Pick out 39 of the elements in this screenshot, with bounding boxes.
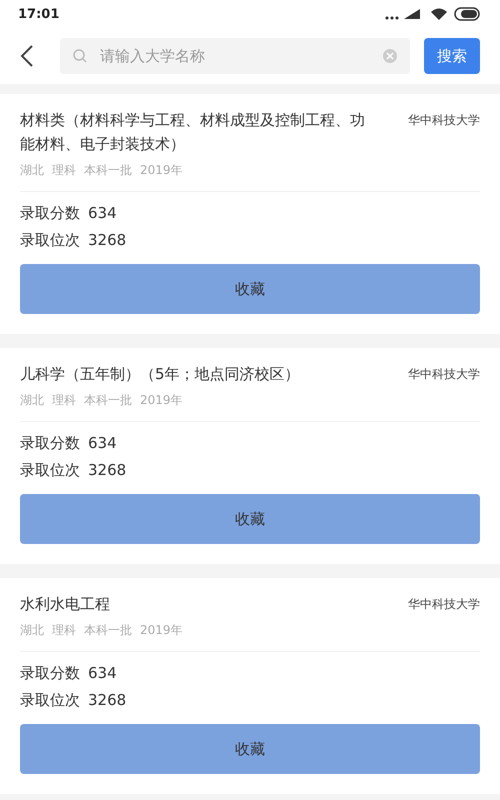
- favorite-button[interactable]: 收藏: [20, 264, 480, 314]
- meta-label: 本科一批: [84, 622, 132, 639]
- stat-value: 634: [88, 434, 117, 453]
- stat-label: 录取分数: [20, 204, 80, 223]
- back-icon[interactable]: [20, 44, 34, 68]
- meta-label: 理科: [52, 392, 76, 409]
- stat-value: 3268: [88, 691, 126, 710]
- meta-label: 湖北: [20, 162, 44, 179]
- battery-icon: [454, 7, 482, 21]
- meta-label: 理科: [52, 622, 76, 639]
- stat-label: 录取位次: [20, 691, 80, 710]
- wifi-icon: [430, 7, 448, 21]
- favorite-button[interactable]: 收藏: [20, 724, 480, 774]
- major-name: 水利水电工程: [20, 594, 111, 615]
- university-name: 华中科技大学: [408, 112, 480, 129]
- meta-label: 湖北: [20, 392, 44, 409]
- stat-value: 3268: [88, 461, 126, 480]
- stat-label: 录取分数: [20, 434, 80, 453]
- stat-value: 634: [88, 204, 117, 223]
- meta-label: 2019年: [140, 392, 183, 409]
- status-time: 17:01: [18, 6, 60, 22]
- favorite-button[interactable]: 收藏: [20, 494, 480, 544]
- stat-value: 634: [88, 664, 117, 683]
- search-field[interactable]: 请输入大学名称: [60, 38, 410, 74]
- meta-label: 2019年: [140, 162, 183, 179]
- meta-label: 理科: [52, 162, 76, 179]
- meta-label: 本科一批: [84, 392, 132, 409]
- stat-label: 录取位次: [20, 461, 80, 480]
- university-name: 华中科技大学: [408, 596, 480, 613]
- major-name: 儿科学（五年制）（5年；地点同济校区）: [20, 364, 301, 385]
- meta-label: 本科一批: [84, 162, 132, 179]
- major-name: 材料类（材料科学与工程、材料成型及控制工程、功能材料、电子封装技术）: [20, 110, 366, 155]
- stat-label: 录取分数: [20, 664, 80, 683]
- stat-value: 3268: [88, 231, 126, 250]
- stat-label: 录取位次: [20, 231, 80, 250]
- search-button[interactable]: 搜索: [424, 38, 480, 74]
- university-name: 华中科技大学: [408, 366, 480, 383]
- meta-label: 湖北: [20, 622, 44, 639]
- meta-label: 2019年: [140, 622, 183, 639]
